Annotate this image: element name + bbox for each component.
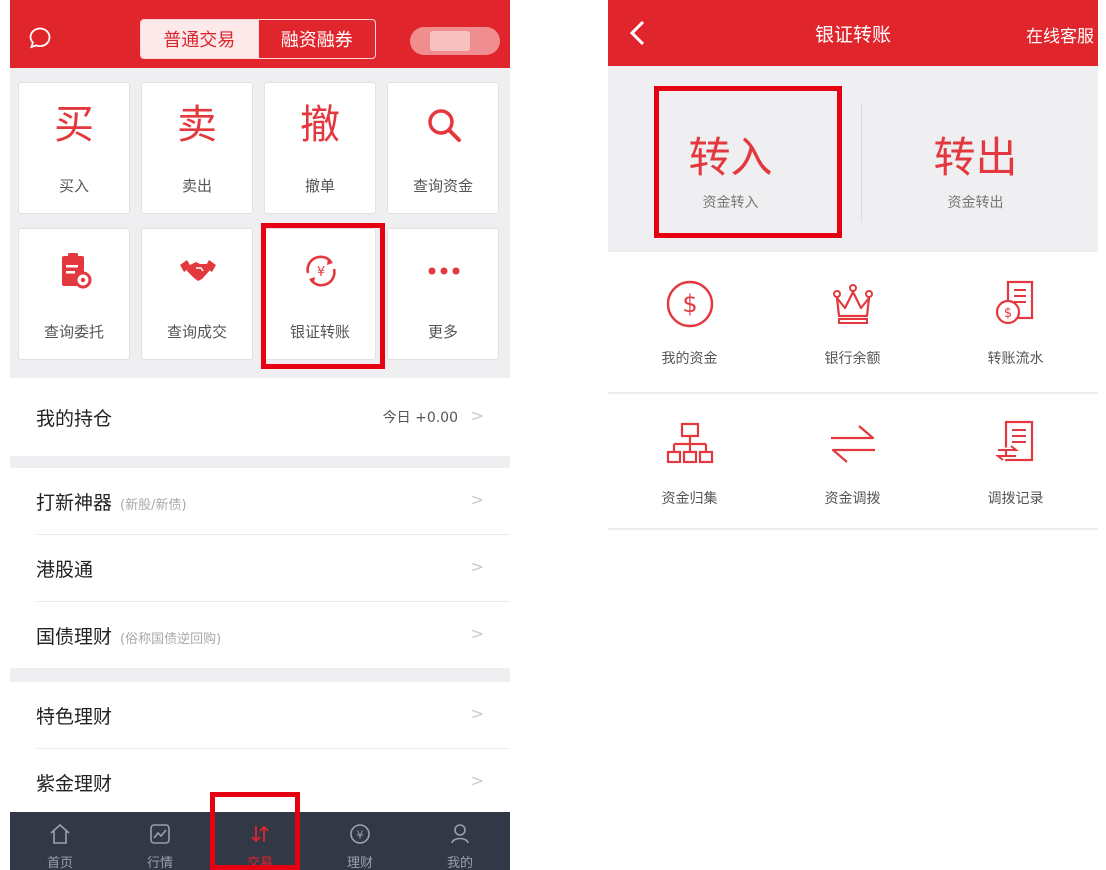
transfer-record-icon xyxy=(995,420,1034,462)
trade-function-grid: 买 买入 卖 卖出 撤 撤单 查询资金 查询委托 查询成交 ¥ 银证转账 更多 xyxy=(10,68,510,378)
sell-tile[interactable]: 卖 卖出 xyxy=(141,82,253,214)
chevron-right-icon: > xyxy=(470,557,484,576)
fund-allocation-item[interactable]: 资金调拨 xyxy=(771,392,934,532)
page-title: 银证转账 xyxy=(814,24,891,46)
chat-bubble-icon[interactable] xyxy=(28,26,52,50)
my-funds-item[interactable]: $ 我的资金 xyxy=(608,252,771,392)
list-item-subtitle: (俗称国债逆回购) xyxy=(120,632,222,647)
highlight-trade-tab xyxy=(210,792,300,870)
svg-text:$: $ xyxy=(1004,306,1012,321)
list-item-title: 国债理财 xyxy=(36,626,113,648)
list-item-title: 紫金理财 xyxy=(36,773,113,795)
tab-mine-label: 我的 xyxy=(446,856,473,870)
list-item[interactable]: 港股通 > xyxy=(10,535,510,601)
home-icon xyxy=(50,823,70,844)
list-item[interactable]: 国债理财 (俗称国债逆回购) > xyxy=(10,602,510,668)
buy-label: 买入 xyxy=(58,177,89,195)
my-funds-label: 我的资金 xyxy=(661,351,718,367)
redacted-account xyxy=(430,31,470,51)
allocation-record-label: 调拨记录 xyxy=(987,491,1044,507)
query-orders-tile[interactable]: 查询委托 xyxy=(18,228,130,360)
tab-finance[interactable]: ¥ 理财 xyxy=(310,812,410,870)
allocation-record-item[interactable]: 调拨记录 xyxy=(934,392,1097,532)
holdings-today-value: 今日 +0.00 xyxy=(382,410,458,426)
more-dots-icon xyxy=(428,267,460,275)
section-gap xyxy=(10,668,510,682)
holdings-row[interactable]: 我的持仓 今日 +0.00 > xyxy=(10,378,510,456)
list-item[interactable]: 打新神器 (新股/新债) > xyxy=(10,468,510,534)
fund-allocation-label: 资金调拨 xyxy=(824,491,881,507)
chevron-right-icon: > xyxy=(470,771,484,790)
query-funds-tile[interactable]: 查询资金 xyxy=(387,82,499,214)
fund-collection-item[interactable]: 资金归集 xyxy=(608,392,771,532)
clipboard-search-icon xyxy=(62,253,92,289)
transfer-out-title[interactable]: 转出 xyxy=(853,124,1098,185)
chart-icon xyxy=(150,824,170,844)
org-chart-icon xyxy=(666,422,714,464)
section-gap xyxy=(10,456,510,468)
holdings-title: 我的持仓 xyxy=(36,408,113,430)
yuan-circle-icon: ¥ xyxy=(350,824,370,844)
query-deals-tile[interactable]: 查询成交 xyxy=(141,228,253,360)
statement-coin-icon: $ xyxy=(995,280,1034,325)
tab-home-label: 首页 xyxy=(46,856,73,870)
top-bar: 银证转账 在线客服 xyxy=(608,0,1098,66)
tab-finance-label: 理财 xyxy=(346,856,373,870)
chevron-right-icon: > xyxy=(470,624,484,643)
buy-glyph: 买 xyxy=(54,102,94,148)
tab-normal-trade[interactable]: 普通交易 xyxy=(141,20,258,58)
cancel-glyph: 撤 xyxy=(300,102,340,148)
svg-text:$: $ xyxy=(682,290,697,318)
list-item[interactable]: 特色理财 > xyxy=(10,682,510,748)
crown-icon xyxy=(833,284,873,324)
top-bar: 普通交易 融资融券 xyxy=(10,0,510,68)
sell-glyph: 卖 xyxy=(177,102,217,148)
handshake-icon xyxy=(180,260,216,281)
trade-mode-switch: 普通交易 融资融券 xyxy=(140,19,376,59)
trade-screen: 普通交易 融资融券 买 买入 卖 卖出 撤 撤单 查询资金 查询委托 查询成交 … xyxy=(10,0,510,870)
chevron-right-icon: > xyxy=(470,704,484,723)
query-funds-label: 查询资金 xyxy=(412,177,473,195)
transfer-out-subtitle: 资金转出 xyxy=(947,195,1004,211)
chevron-right-icon: > xyxy=(470,406,484,425)
list-item-title: 打新神器 xyxy=(36,492,113,514)
chevron-right-icon: > xyxy=(470,490,484,509)
tab-market[interactable]: 行情 xyxy=(110,812,210,870)
bank-balance-label: 银行余额 xyxy=(824,351,881,367)
cancel-order-tile[interactable]: 撤 撤单 xyxy=(264,82,376,214)
sell-label: 卖出 xyxy=(181,177,212,195)
swap-arrows-icon xyxy=(831,425,875,463)
query-orders-label: 查询委托 xyxy=(43,323,104,341)
divider xyxy=(608,528,1098,530)
online-service-button[interactable]: 在线客服 xyxy=(1026,22,1094,47)
transfer-statement-item[interactable]: $ 转账流水 xyxy=(934,252,1097,392)
more-label: 更多 xyxy=(427,323,458,341)
user-icon xyxy=(451,824,469,844)
tab-market-label: 行情 xyxy=(146,856,173,870)
list-item-title: 港股通 xyxy=(36,559,94,581)
tab-margin-trade[interactable]: 融资融券 xyxy=(257,20,376,58)
buy-tile[interactable]: 买 买入 xyxy=(18,82,130,214)
highlight-transfer-in xyxy=(654,86,842,238)
search-icon xyxy=(428,109,461,142)
tab-mine[interactable]: 我的 xyxy=(410,812,510,870)
list-item-subtitle: (新股/新债) xyxy=(120,498,187,513)
more-tile[interactable]: 更多 xyxy=(387,228,499,360)
cancel-order-label: 撤单 xyxy=(304,177,335,195)
bank-transfer-screen: 银证转账 在线客服 转入 资金转入 转出 资金转出 $ 我的资金 银行余额 $ … xyxy=(608,0,1098,870)
svg-text:¥: ¥ xyxy=(357,829,364,842)
query-deals-label: 查询成交 xyxy=(166,323,227,341)
bank-balance-item[interactable]: 银行余额 xyxy=(771,252,934,392)
transfer-statement-label: 转账流水 xyxy=(987,351,1044,367)
fund-collection-label: 资金归集 xyxy=(661,491,718,507)
list-item-title: 特色理财 xyxy=(36,706,113,728)
dollar-circle-icon: $ xyxy=(666,280,714,328)
highlight-bank-transfer xyxy=(261,223,385,369)
tab-home[interactable]: 首页 xyxy=(10,812,110,870)
